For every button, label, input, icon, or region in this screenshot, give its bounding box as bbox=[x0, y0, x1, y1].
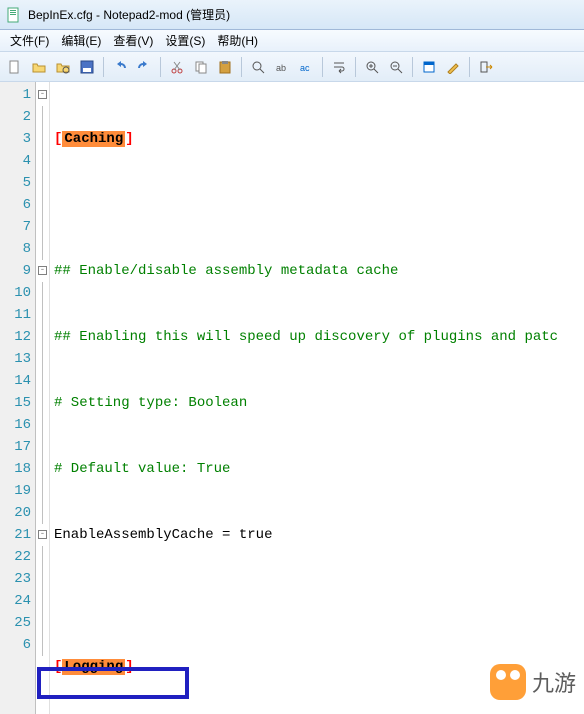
watermark-logo-icon bbox=[490, 664, 526, 700]
line-number: 23 bbox=[0, 568, 35, 590]
line-number: 18 bbox=[0, 458, 35, 480]
editor-area[interactable]: 1 2 3 4 5 6 7 8 9 10 11 12 13 14 15 16 1… bbox=[0, 82, 584, 714]
toolbar: ab ac bbox=[0, 52, 584, 82]
toolbar-separator bbox=[160, 57, 161, 77]
line-number: 2 bbox=[0, 106, 35, 128]
replace-icon[interactable]: ab bbox=[271, 56, 293, 78]
redo-icon[interactable] bbox=[133, 56, 155, 78]
bracket: ] bbox=[125, 131, 133, 147]
fold-toggle-icon[interactable]: - bbox=[38, 530, 47, 539]
line-number: 6 bbox=[0, 634, 35, 656]
menu-edit[interactable]: 编辑(E) bbox=[55, 30, 107, 51]
fold-toggle-icon[interactable]: - bbox=[38, 266, 47, 275]
line-number: 20 bbox=[0, 502, 35, 524]
line-number: 1 bbox=[0, 84, 35, 106]
scheme-icon[interactable] bbox=[418, 56, 440, 78]
toolbar-separator bbox=[322, 57, 323, 77]
svg-text:ab: ab bbox=[276, 63, 286, 73]
menu-file[interactable]: 文件(F) bbox=[4, 30, 55, 51]
svg-text:ac: ac bbox=[300, 63, 310, 73]
line-number: 22 bbox=[0, 546, 35, 568]
line-number: 21 bbox=[0, 524, 35, 546]
title-bar: BepInEx.cfg - Notepad2-mod (管理员) bbox=[0, 0, 584, 30]
window-title: BepInEx.cfg - Notepad2-mod (管理员) bbox=[28, 6, 230, 23]
line-number: 9 bbox=[0, 260, 35, 282]
watermark-text: 九游 bbox=[532, 666, 576, 698]
line-number: 13 bbox=[0, 348, 35, 370]
find-icon[interactable] bbox=[247, 56, 269, 78]
fold-column: - - - bbox=[36, 82, 50, 714]
zoom-out-icon[interactable] bbox=[385, 56, 407, 78]
line-number-gutter: 1 2 3 4 5 6 7 8 9 10 11 12 13 14 15 16 1… bbox=[0, 82, 36, 714]
line-number: 12 bbox=[0, 326, 35, 348]
line-number: 4 bbox=[0, 150, 35, 172]
config-key: EnableAssemblyCache bbox=[54, 527, 214, 543]
menu-view[interactable]: 查看(V) bbox=[107, 30, 159, 51]
line-number: 8 bbox=[0, 238, 35, 260]
comment: ## Enable/disable assembly metadata cach… bbox=[54, 263, 398, 279]
word-wrap-icon[interactable] bbox=[328, 56, 350, 78]
menu-bar: 文件(F) 编辑(E) 查看(V) 设置(S) 帮助(H) bbox=[0, 30, 584, 52]
customize-icon[interactable] bbox=[442, 56, 464, 78]
line-number: 17 bbox=[0, 436, 35, 458]
code-content[interactable]: [Caching] ## Enable/disable assembly met… bbox=[50, 82, 584, 714]
app-icon bbox=[6, 7, 22, 23]
toolbar-separator bbox=[355, 57, 356, 77]
line-number: 25 bbox=[0, 612, 35, 634]
toolbar-separator bbox=[103, 57, 104, 77]
line-number: 7 bbox=[0, 216, 35, 238]
line-number: 24 bbox=[0, 590, 35, 612]
line-number: 3 bbox=[0, 128, 35, 150]
watermark: 九游 bbox=[490, 664, 576, 700]
undo-icon[interactable] bbox=[109, 56, 131, 78]
toolbar-separator bbox=[241, 57, 242, 77]
line-number: 5 bbox=[0, 172, 35, 194]
section-header: Caching bbox=[62, 131, 125, 147]
comment: # Default value: True bbox=[54, 461, 230, 477]
comment: ## Enabling this will speed up discovery… bbox=[54, 329, 558, 345]
toolbar-separator bbox=[412, 57, 413, 77]
exit-icon[interactable] bbox=[475, 56, 497, 78]
copy-icon[interactable] bbox=[190, 56, 212, 78]
toolbar-separator bbox=[469, 57, 470, 77]
config-value: true bbox=[239, 527, 273, 543]
new-file-icon[interactable] bbox=[4, 56, 26, 78]
fold-toggle-icon[interactable]: - bbox=[38, 90, 47, 99]
line-number: 10 bbox=[0, 282, 35, 304]
menu-help[interactable]: 帮助(H) bbox=[211, 30, 264, 51]
line-number: 16 bbox=[0, 414, 35, 436]
line-number: 19 bbox=[0, 480, 35, 502]
line-number: 11 bbox=[0, 304, 35, 326]
paste-icon[interactable] bbox=[214, 56, 236, 78]
menu-settings[interactable]: 设置(S) bbox=[159, 30, 211, 51]
line-number: 15 bbox=[0, 392, 35, 414]
open-file-icon[interactable] bbox=[28, 56, 50, 78]
cut-icon[interactable] bbox=[166, 56, 188, 78]
line-number: 6 bbox=[0, 194, 35, 216]
find-next-icon[interactable]: ac bbox=[295, 56, 317, 78]
bracket: ] bbox=[125, 659, 133, 675]
browse-icon[interactable] bbox=[52, 56, 74, 78]
zoom-in-icon[interactable] bbox=[361, 56, 383, 78]
save-icon[interactable] bbox=[76, 56, 98, 78]
line-number: 14 bbox=[0, 370, 35, 392]
section-header: Logging bbox=[62, 659, 125, 675]
comment: # Setting type: Boolean bbox=[54, 395, 247, 411]
